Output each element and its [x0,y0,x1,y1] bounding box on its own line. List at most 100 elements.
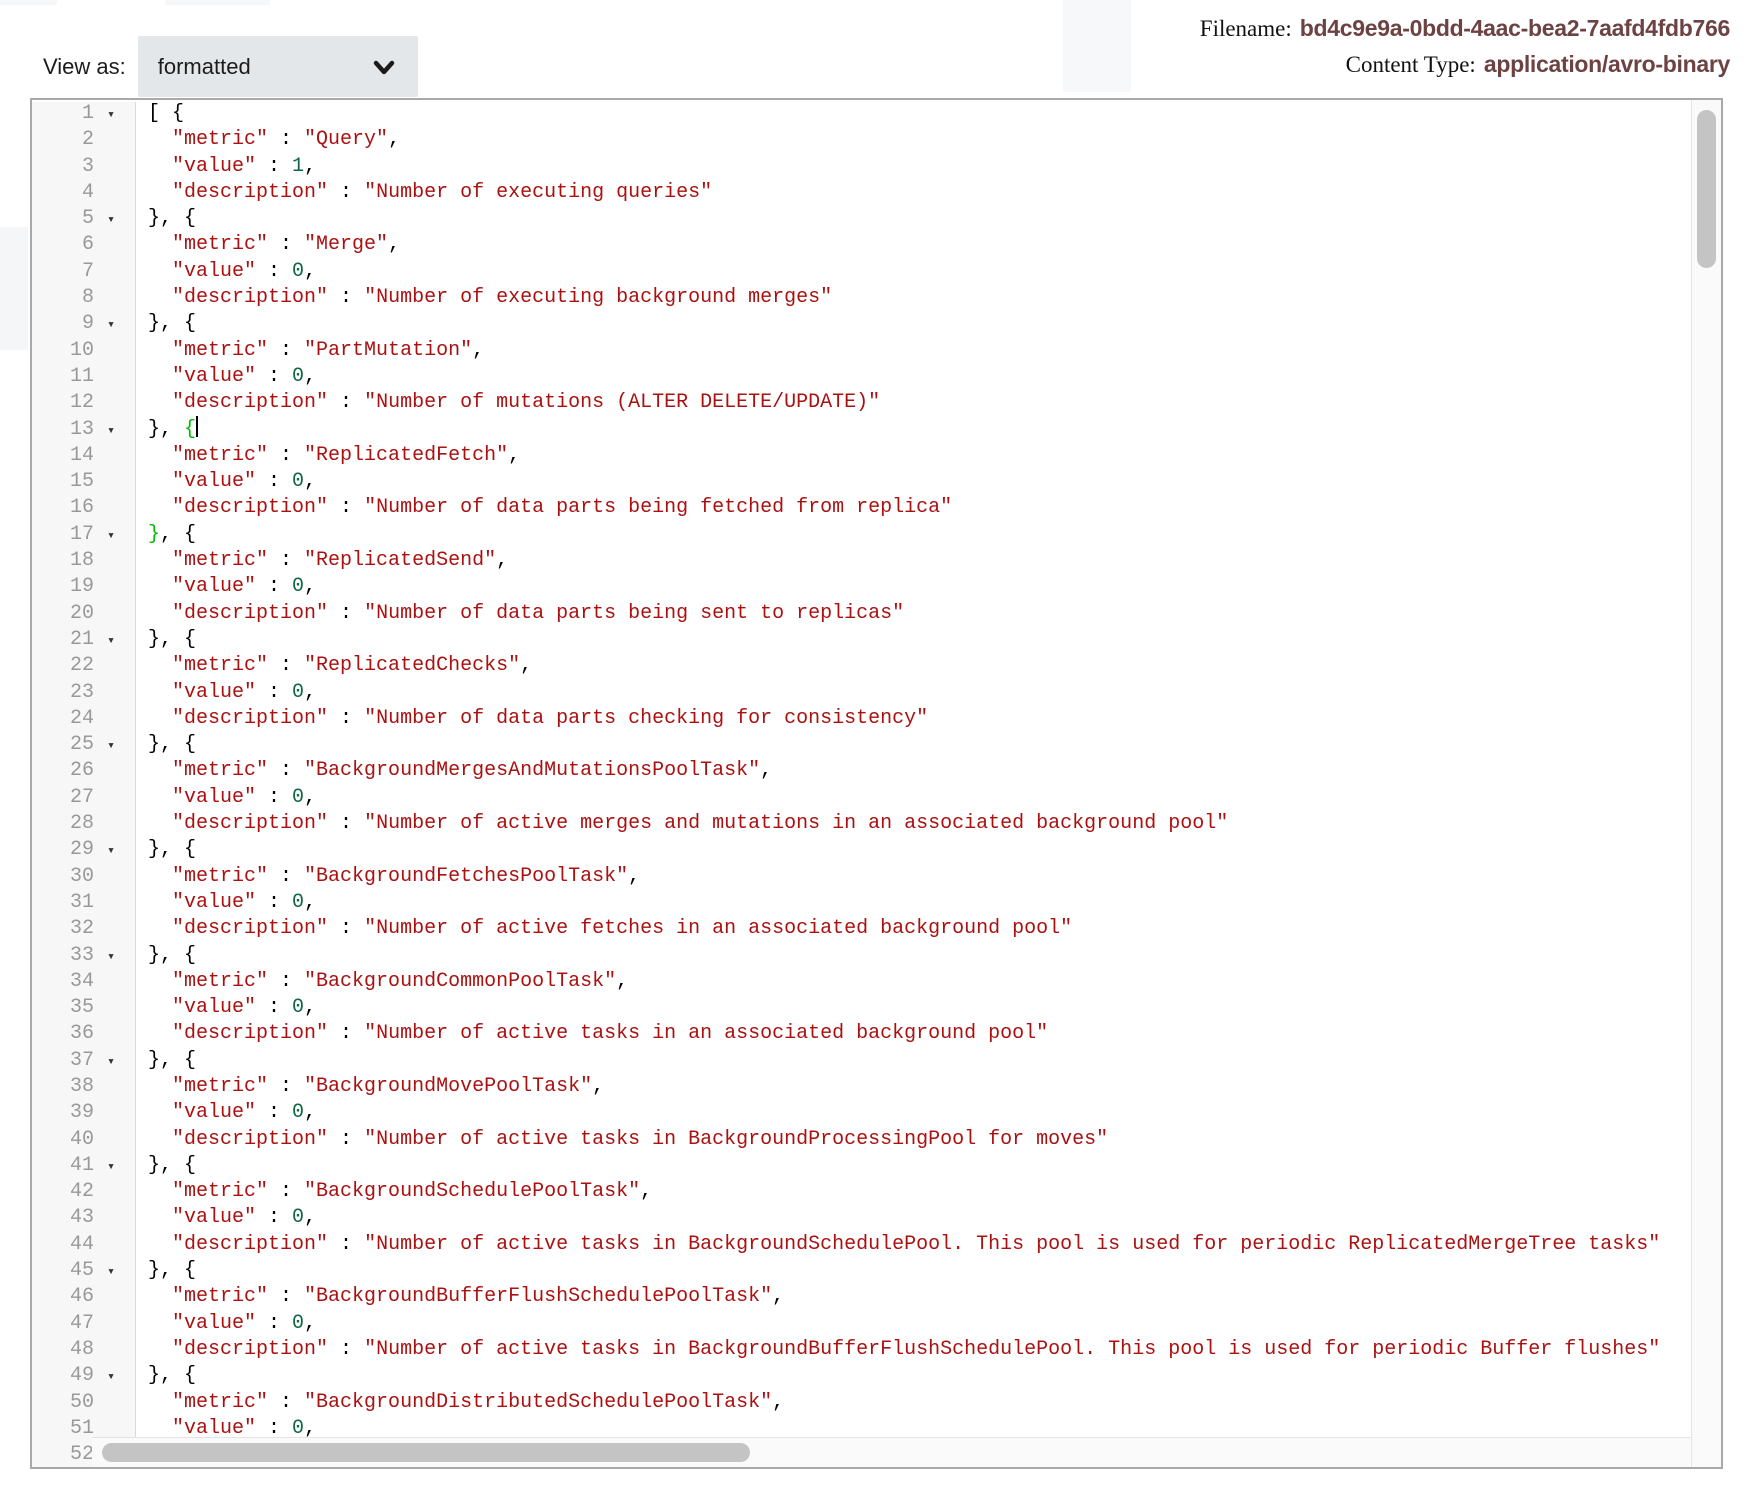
code-line-row: 46 "metric" : "BackgroundBufferFlushSche… [32,1285,1721,1311]
code-line[interactable]: "description" : "Number of active tasks … [136,1338,1660,1364]
line-number: 24 [32,707,94,733]
fold-arrow-icon[interactable]: ▾ [94,1049,128,1075]
code-line[interactable]: "value" : 0, [136,786,316,812]
view-as-select[interactable]: formatted [138,36,418,97]
fold-arrow-icon[interactable]: ▾ [94,418,128,444]
fold-arrow-icon[interactable]: ▾ [94,838,128,864]
code-line[interactable]: "description" : "Number of executing que… [136,181,712,207]
gutter-cell: 16 [32,496,136,522]
code-line[interactable]: "value" : 0, [136,1101,316,1127]
code-line[interactable]: "metric" : "PartMutation", [136,339,484,365]
code-line[interactable]: "value" : 0, [136,470,316,496]
code-line-row: 35 "value" : 0, [32,996,1721,1022]
code-line[interactable]: "metric" : "ReplicatedChecks", [136,654,532,680]
code-line[interactable]: "description" : "Number of active tasks … [136,1233,1660,1259]
fold-arrow-icon[interactable]: ▾ [94,733,128,759]
gutter-cell: 13▾ [32,418,136,444]
code-line[interactable]: "value" : 0, [136,260,316,286]
code-line[interactable]: }, { [136,1154,196,1180]
code-line[interactable]: }, { [136,1049,196,1075]
code-line[interactable]: }, { [136,944,196,970]
code-line[interactable]: "value" : 0, [136,891,316,917]
fold-arrow-icon[interactable]: ▾ [94,628,128,654]
fold-gutter-spacer [94,1101,128,1127]
code-line[interactable]: "metric" : "ReplicatedFetch", [136,444,520,470]
fold-arrow-icon[interactable]: ▾ [94,102,128,128]
code-line[interactable]: "value" : 0, [136,1206,316,1232]
line-number: 50 [32,1391,94,1417]
fold-arrow-icon[interactable]: ▾ [94,312,128,338]
line-number: 22 [32,654,94,680]
code-line[interactable]: }, { [136,418,198,444]
code-line[interactable]: "metric" : "BackgroundMergesAndMutations… [136,759,772,785]
fold-arrow-icon[interactable]: ▾ [94,1259,128,1285]
code-line[interactable]: "description" : "Number of executing bac… [136,286,832,312]
code-line[interactable]: "description" : "Number of data parts be… [136,602,904,628]
code-line[interactable]: "metric" : "Merge", [136,233,400,259]
gutter-cell: 24 [32,707,136,733]
code-line-row: 20 "description" : "Number of data parts… [32,602,1721,628]
code-line[interactable]: "description" : "Number of active tasks … [136,1022,1048,1048]
code-line[interactable]: "metric" : "BackgroundMovePoolTask", [136,1075,604,1101]
code-line[interactable]: "value" : 1, [136,155,316,181]
code-line-row: 37▾ }, { [32,1049,1721,1075]
fold-gutter-spacer [94,1075,128,1101]
code-line[interactable]: "metric" : "BackgroundDistributedSchedul… [136,1391,784,1417]
line-number: 37 [32,1049,94,1075]
code-line[interactable]: }, { [136,1259,196,1285]
vertical-scrollbar-track[interactable] [1691,100,1721,1467]
code-line[interactable]: "description" : "Number of mutations (AL… [136,391,880,417]
code-line[interactable]: }, { [136,523,196,549]
code-line-row: 50 "metric" : "BackgroundDistributedSche… [32,1391,1721,1417]
code-line[interactable]: "metric" : "BackgroundSchedulePoolTask", [136,1180,652,1206]
fold-arrow-icon[interactable]: ▾ [94,1364,128,1390]
code-line-row: 5▾ }, { [32,207,1721,233]
code-line[interactable]: "value" : 0, [136,365,316,391]
horizontal-scrollbar-track[interactable] [92,1437,1691,1467]
code-line[interactable]: }, { [136,207,196,233]
code-line[interactable]: "description" : "Number of data parts be… [136,496,952,522]
fold-arrow-icon[interactable]: ▾ [94,944,128,970]
fold-gutter-spacer [94,1391,128,1417]
code-line[interactable]: "value" : 0, [136,996,316,1022]
gutter-cell: 19 [32,575,136,601]
fold-gutter-spacer [94,1312,128,1338]
gutter-cell: 25▾ [32,733,136,759]
code-line[interactable]: "metric" : "BackgroundFetchesPoolTask", [136,865,640,891]
code-line[interactable]: "metric" : "Query", [136,128,400,154]
gutter-cell: 21▾ [32,628,136,654]
code-line[interactable]: "metric" : "BackgroundCommonPoolTask", [136,970,628,996]
fold-arrow-icon[interactable]: ▾ [94,523,128,549]
line-number: 28 [32,812,94,838]
code-line[interactable]: [ { [136,102,184,128]
line-number: 27 [32,786,94,812]
code-line[interactable]: }, { [136,733,196,759]
code-line[interactable]: }, { [136,628,196,654]
code-line[interactable]: "metric" : "BackgroundBufferFlushSchedul… [136,1285,784,1311]
view-as-selected-value: formatted [158,54,251,80]
gutter-cell: 1▾ [32,102,136,128]
vertical-scrollbar-thumb[interactable] [1697,110,1716,268]
code-line[interactable]: "value" : 0, [136,575,316,601]
code-line[interactable]: "description" : "Number of data parts ch… [136,707,928,733]
code-line[interactable]: "description" : "Number of active fetche… [136,917,1072,943]
code-line[interactable]: "metric" : "ReplicatedSend", [136,549,508,575]
code-line[interactable]: }, { [136,312,196,338]
code-line[interactable]: }, { [136,838,196,864]
code-editor[interactable]: 1▾[ {2 "metric" : "Query",3 "value" : 1,… [30,98,1723,1469]
code-line[interactable]: "value" : 0, [136,1312,316,1338]
horizontal-scrollbar-thumb[interactable] [102,1443,750,1462]
gutter-cell: 36 [32,1022,136,1048]
code-line[interactable]: "value" : 0, [136,681,316,707]
code-line[interactable]: "description" : "Number of active merges… [136,812,1228,838]
code-line[interactable]: }, { [136,1364,196,1390]
gutter-cell: 20 [32,602,136,628]
line-number: 5 [32,207,94,233]
fold-arrow-icon[interactable]: ▾ [94,207,128,233]
code-line-row: 26 "metric" : "BackgroundMergesAndMutati… [32,759,1721,785]
fold-arrow-icon[interactable]: ▾ [94,1154,128,1180]
code-line[interactable]: "description" : "Number of active tasks … [136,1128,1108,1154]
fold-gutter-spacer [94,1128,128,1154]
file-meta: Filename:bd4c9e9a-0bdd-4aac-bea2-7aafd4f… [1200,12,1730,84]
line-number: 11 [32,365,94,391]
